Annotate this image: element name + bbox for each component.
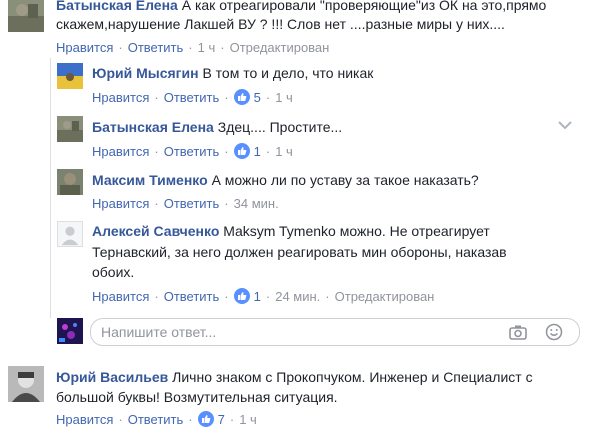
chevron-down-icon[interactable] — [556, 118, 574, 132]
timestamp[interactable]: 1 ч — [275, 144, 293, 159]
thread-line — [50, 58, 51, 318]
avatar[interactable] — [8, 366, 44, 402]
comment-text: Лично знаком с Прокопчуком. Инженер и Сп… — [172, 369, 533, 385]
comment-text: В том то и дело, что никак — [202, 65, 374, 81]
like-link[interactable]: Нравится — [92, 196, 149, 211]
author-name[interactable]: Батынская Елена — [92, 119, 214, 135]
comment-text: А можно ли по уставу за такое наказать? — [211, 172, 479, 188]
timestamp[interactable]: 1 ч — [198, 40, 216, 55]
reply-link[interactable]: Ответить — [128, 40, 184, 55]
comment-actions: Нравится · Ответить · 1 · 1 ч — [92, 143, 293, 159]
edited-label[interactable]: Отредактирован — [335, 289, 435, 304]
author-name[interactable]: Алексей Савченко — [92, 223, 219, 239]
avatar[interactable] — [57, 221, 83, 247]
author-name[interactable]: Максим Тименко — [92, 172, 208, 188]
like-link[interactable]: Нравится — [92, 90, 149, 105]
comment-text-line: большой буквы! Возмутительная ситуация. — [56, 389, 338, 405]
comment-text: Здец.... Простите... — [217, 119, 343, 135]
reply-link[interactable]: Ответить — [164, 289, 220, 304]
reaction-count[interactable]: 5 — [233, 89, 261, 105]
reaction-count[interactable]: 7 — [197, 411, 225, 427]
avatar[interactable] — [57, 169, 83, 195]
timestamp[interactable]: 24 мин. — [275, 289, 320, 304]
author-name[interactable]: Батынская Елена — [56, 0, 178, 13]
avatar[interactable] — [57, 116, 83, 142]
reply-input[interactable]: Напишите ответ... — [101, 323, 216, 341]
like-link[interactable]: Нравится — [92, 289, 149, 304]
timestamp[interactable]: 1 ч — [239, 412, 257, 427]
avatar[interactable] — [57, 63, 83, 89]
comment-text: Maksym Tymenko можно. Не отреагирует — [223, 223, 490, 239]
author-name[interactable]: Юрий Васильев — [56, 369, 168, 385]
comment-text: А как отреагировали "проверяющие"из ОК н… — [181, 0, 547, 13]
my-avatar — [57, 318, 83, 344]
reply-link[interactable]: Ответить — [164, 90, 220, 105]
comment-text-line: Тернавский, за него должен реагировать м… — [92, 244, 507, 260]
emoji-icon[interactable] — [545, 323, 563, 341]
comment-actions: Нравится · Ответить · 7 · 1 ч — [56, 411, 257, 427]
comment-actions: Нравится · Ответить · 1 ч · Отредактиров… — [56, 39, 330, 55]
avatar[interactable] — [8, 0, 44, 32]
reply-input-box[interactable]: Напишите ответ... — [90, 318, 580, 346]
timestamp[interactable]: 1 ч — [275, 90, 293, 105]
reaction-count[interactable]: 1 — [233, 288, 261, 304]
thumbs-up-icon — [233, 143, 250, 159]
comment-text-line: обоих. — [92, 264, 135, 280]
like-link[interactable]: Нравится — [92, 144, 149, 159]
comment-text-line: скажем,нарушение Лакшей ВУ ? !!! Слов не… — [56, 16, 505, 32]
camera-icon[interactable] — [509, 323, 527, 341]
like-link[interactable]: Нравится — [56, 412, 113, 427]
author-name[interactable]: Юрий Мысягин — [92, 65, 199, 81]
reply-link[interactable]: Ответить — [164, 144, 220, 159]
reaction-count[interactable]: 1 — [233, 143, 261, 159]
reply-link[interactable]: Ответить — [164, 196, 220, 211]
edited-label[interactable]: Отредактирован — [230, 40, 330, 55]
comment-actions: Нравится · Ответить · 5 · 1 ч — [92, 89, 293, 105]
comment-actions: Нравится · Ответить · 1 · 24 мин. · Отре… — [92, 288, 435, 304]
thumbs-up-icon — [197, 411, 214, 427]
comment-actions: Нравится · Ответить · 34 мин. — [92, 195, 279, 211]
thumbs-up-icon — [233, 288, 250, 304]
like-link[interactable]: Нравится — [56, 40, 113, 55]
thumbs-up-icon — [233, 89, 250, 105]
reply-link[interactable]: Ответить — [128, 412, 184, 427]
timestamp[interactable]: 34 мин. — [234, 196, 279, 211]
